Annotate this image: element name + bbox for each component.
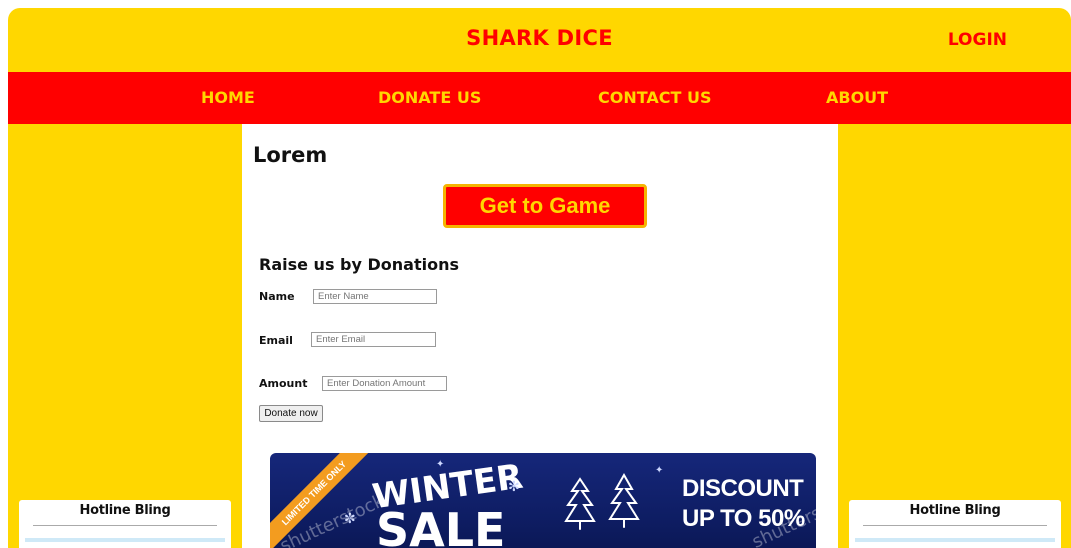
email-input[interactable] [311, 332, 436, 347]
nav-about[interactable]: ABOUT [826, 88, 888, 107]
donation-form-title: Raise us by Donations [259, 255, 459, 274]
christmas-tree-icon [564, 472, 640, 530]
card-strip [25, 538, 225, 542]
divider [33, 525, 217, 526]
content-title: Lorem [253, 143, 328, 167]
nav-donate-us[interactable]: DONATE US [378, 88, 481, 107]
snowflake-icon: ✦ [436, 459, 445, 470]
name-input[interactable] [313, 289, 437, 304]
snowflake-icon: ✻ [508, 479, 520, 495]
get-to-game-button[interactable]: Get to Game [443, 184, 647, 228]
snowflake-icon: ✦ [655, 465, 664, 476]
site-header: SHARK DICE LOGIN [8, 8, 1071, 72]
right-card-title: Hotline Bling [909, 503, 1001, 518]
main-nav: HOME DONATE US CONTACT US ABOUT [8, 72, 1071, 124]
name-label: Name [259, 290, 295, 303]
amount-label: Amount [259, 377, 308, 390]
site-title: SHARK DICE [466, 26, 613, 50]
amount-input[interactable] [322, 376, 447, 391]
email-label: Email [259, 334, 293, 347]
page-frame: SHARK DICE LOGIN HOME DONATE US CONTACT … [8, 8, 1071, 548]
card-strip [855, 538, 1055, 542]
left-hotline-card: Hotline Bling [19, 500, 231, 548]
main-content: Lorem Get to Game Raise us by Donations … [242, 124, 838, 548]
banner-sale-text: SALE [376, 503, 506, 548]
login-link[interactable]: LOGIN [948, 30, 1007, 50]
divider [863, 525, 1047, 526]
right-hotline-card: Hotline Bling [849, 500, 1061, 548]
banner-discount-text: DISCOUNT [682, 475, 804, 502]
donate-now-button[interactable]: Donate now [259, 405, 323, 422]
winter-sale-banner[interactable]: LIMITED TIME ONLY WINTER SALE ✻ ✼ ✦ ✦ DI… [270, 453, 816, 548]
nav-contact-us[interactable]: CONTACT US [598, 88, 712, 107]
nav-home[interactable]: HOME [201, 88, 255, 107]
left-card-title: Hotline Bling [79, 503, 171, 518]
